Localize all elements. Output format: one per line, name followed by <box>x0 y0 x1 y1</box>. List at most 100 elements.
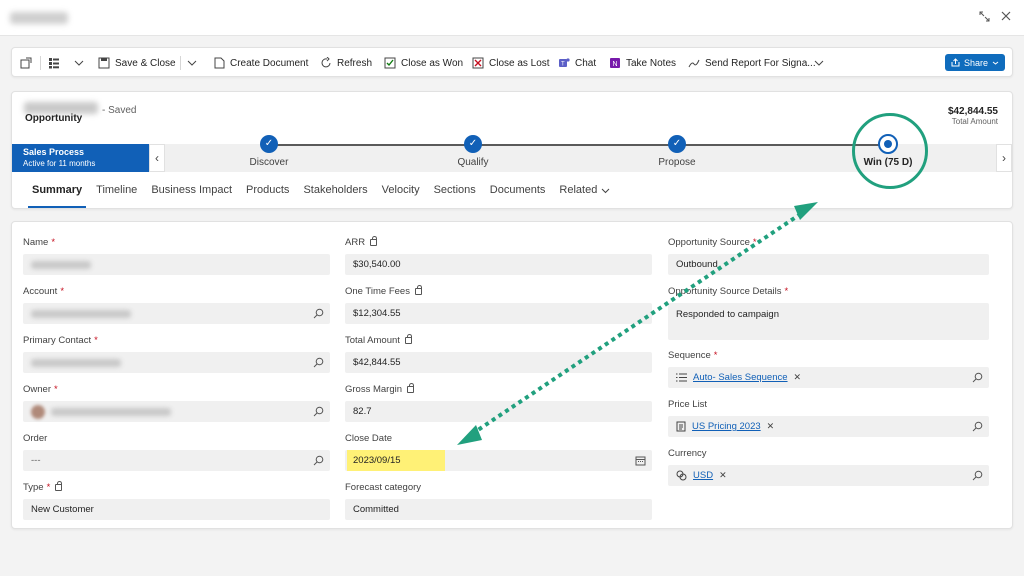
expand-icon[interactable] <box>978 11 990 23</box>
chevron-down-icon[interactable] <box>74 48 84 78</box>
currency-lookup[interactable]: USD ✕ <box>668 465 989 486</box>
field-label: Owner <box>23 384 51 395</box>
close-date-input[interactable]: 2023/09/15 <box>345 450 652 471</box>
opportunity-source-select[interactable]: Outbound <box>668 254 989 275</box>
field-label: Sequence <box>668 350 711 361</box>
tab-related[interactable]: Related <box>552 184 617 204</box>
tab-timeline[interactable]: Timeline <box>89 184 144 204</box>
lock-icon <box>55 481 63 491</box>
forecast-category-select[interactable]: Committed <box>345 499 652 520</box>
required-marker: * <box>51 237 56 248</box>
remove-price-list-icon[interactable]: ✕ <box>767 421 775 432</box>
send-report-button[interactable]: Send Report For Signa... <box>688 48 816 78</box>
one-time-fees-value: $12,304.55 <box>345 303 652 324</box>
close-as-lost-button[interactable]: Close as Lost <box>472 48 550 78</box>
currency-link[interactable]: USD <box>693 470 713 481</box>
document-icon <box>214 57 225 69</box>
search-icon <box>972 372 983 383</box>
refresh-button[interactable]: Refresh <box>320 48 372 78</box>
lock-icon <box>407 383 415 393</box>
remove-currency-icon[interactable]: ✕ <box>719 470 727 481</box>
field-sequence: Sequence * Auto- Sales Sequence ✕ <box>668 349 989 388</box>
sequence-link[interactable]: Auto- Sales Sequence <box>693 372 788 383</box>
process-next-button[interactable]: › <box>996 144 1012 172</box>
process-prev-button[interactable]: ‹ <box>149 144 165 172</box>
field-total-amount: Total Amount $42,844.55 <box>345 334 652 373</box>
calendar-icon <box>635 456 646 466</box>
name-input[interactable] <box>23 254 330 275</box>
account-lookup[interactable] <box>23 303 330 324</box>
tab-business-impact[interactable]: Business Impact <box>144 184 239 204</box>
refresh-label: Refresh <box>337 57 373 69</box>
one-time-fees-text: $12,304.55 <box>353 308 401 319</box>
search-icon <box>313 455 324 466</box>
header-total-amount-label: Total Amount <box>951 117 998 126</box>
opportunity-source-details-input[interactable]: Responded to campaign <box>668 303 989 340</box>
share-button[interactable]: Share <box>945 54 1005 71</box>
lost-icon <box>472 57 484 69</box>
arr-value: $30,540.00 <box>345 254 652 275</box>
open-in-new-window-icon[interactable] <box>20 48 32 78</box>
field-label: One Time Fees <box>345 286 410 297</box>
order-value: --- <box>31 455 41 466</box>
field-label: Name <box>23 237 49 248</box>
create-document-button[interactable]: Create Document <box>214 48 308 78</box>
window-title-bar <box>0 0 1024 36</box>
chat-button[interactable]: T Chat <box>558 48 596 78</box>
redacted-value <box>31 260 91 269</box>
primary-contact-lookup[interactable] <box>23 352 330 373</box>
process-name-box[interactable]: Sales Process Active for 11 months <box>12 144 149 172</box>
tab-related-label: Related <box>559 184 598 196</box>
price-list-link[interactable]: US Pricing 2023 <box>692 421 761 432</box>
take-notes-button[interactable]: N Take Notes <box>609 48 676 78</box>
total-amount-value: $42,844.55 <box>345 352 652 373</box>
overflow-chevron-icon[interactable] <box>814 48 824 78</box>
field-primary-contact: Primary Contact * <box>23 334 330 373</box>
tab-products[interactable]: Products <box>239 184 296 204</box>
list-view-icon[interactable] <box>48 48 60 78</box>
close-icon[interactable] <box>1000 11 1012 23</box>
price-list-lookup[interactable]: US Pricing 2023 ✕ <box>668 416 989 437</box>
opportunity-source-value: Outbound <box>676 259 718 270</box>
field-order: Order --- <box>23 432 330 471</box>
tab-summary[interactable]: Summary <box>25 184 89 208</box>
stage-complete-check-icon: ✓ <box>260 135 278 153</box>
type-value: New Customer <box>31 504 94 515</box>
redacted-value <box>31 309 131 318</box>
tab-sections[interactable]: Sections <box>427 184 483 204</box>
stage-label: Discover <box>249 157 289 168</box>
required-marker: * <box>784 286 789 297</box>
share-label: Share <box>963 57 989 68</box>
type-select[interactable]: New Customer <box>23 499 330 520</box>
share-icon <box>951 58 960 67</box>
create-document-label: Create Document <box>230 57 309 69</box>
avatar <box>31 404 45 419</box>
price-list-icon <box>676 421 686 432</box>
required-marker: * <box>752 237 757 248</box>
order-lookup[interactable]: --- <box>23 450 330 471</box>
teams-icon: T <box>559 58 570 68</box>
form-tabs: Summary Timeline Business Impact Product… <box>25 184 617 208</box>
summary-form: Name * Account * Primary Contact * Owner * O… <box>11 221 1013 529</box>
header-total-amount: $42,844.55 <box>947 106 998 117</box>
tab-velocity[interactable]: Velocity <box>375 184 427 204</box>
gross-margin-value: 82.7 <box>345 401 652 422</box>
close-as-won-button[interactable]: Close as Won <box>384 48 463 78</box>
svg-text:T: T <box>561 62 565 68</box>
owner-lookup[interactable] <box>23 401 330 422</box>
field-label: Close Date <box>345 433 392 444</box>
save-close-button[interactable]: Save & Close <box>98 48 176 78</box>
field-label: Forecast category <box>345 482 422 493</box>
chat-label: Chat <box>575 57 597 69</box>
more-save-options-icon[interactable] <box>187 48 197 78</box>
remove-sequence-icon[interactable]: ✕ <box>794 372 802 383</box>
chevron-left-icon: ‹ <box>155 151 159 165</box>
field-forecast-category: Forecast category Committed <box>345 481 652 520</box>
tab-documents[interactable]: Documents <box>483 184 553 204</box>
tab-stakeholders[interactable]: Stakeholders <box>296 184 374 204</box>
stage-complete-check-icon: ✓ <box>668 135 686 153</box>
required-marker: * <box>713 350 718 361</box>
entity-name: Opportunity <box>25 113 83 124</box>
field-arr: ARR $30,540.00 <box>345 236 652 275</box>
sequence-lookup[interactable]: Auto- Sales Sequence ✕ <box>668 367 989 388</box>
